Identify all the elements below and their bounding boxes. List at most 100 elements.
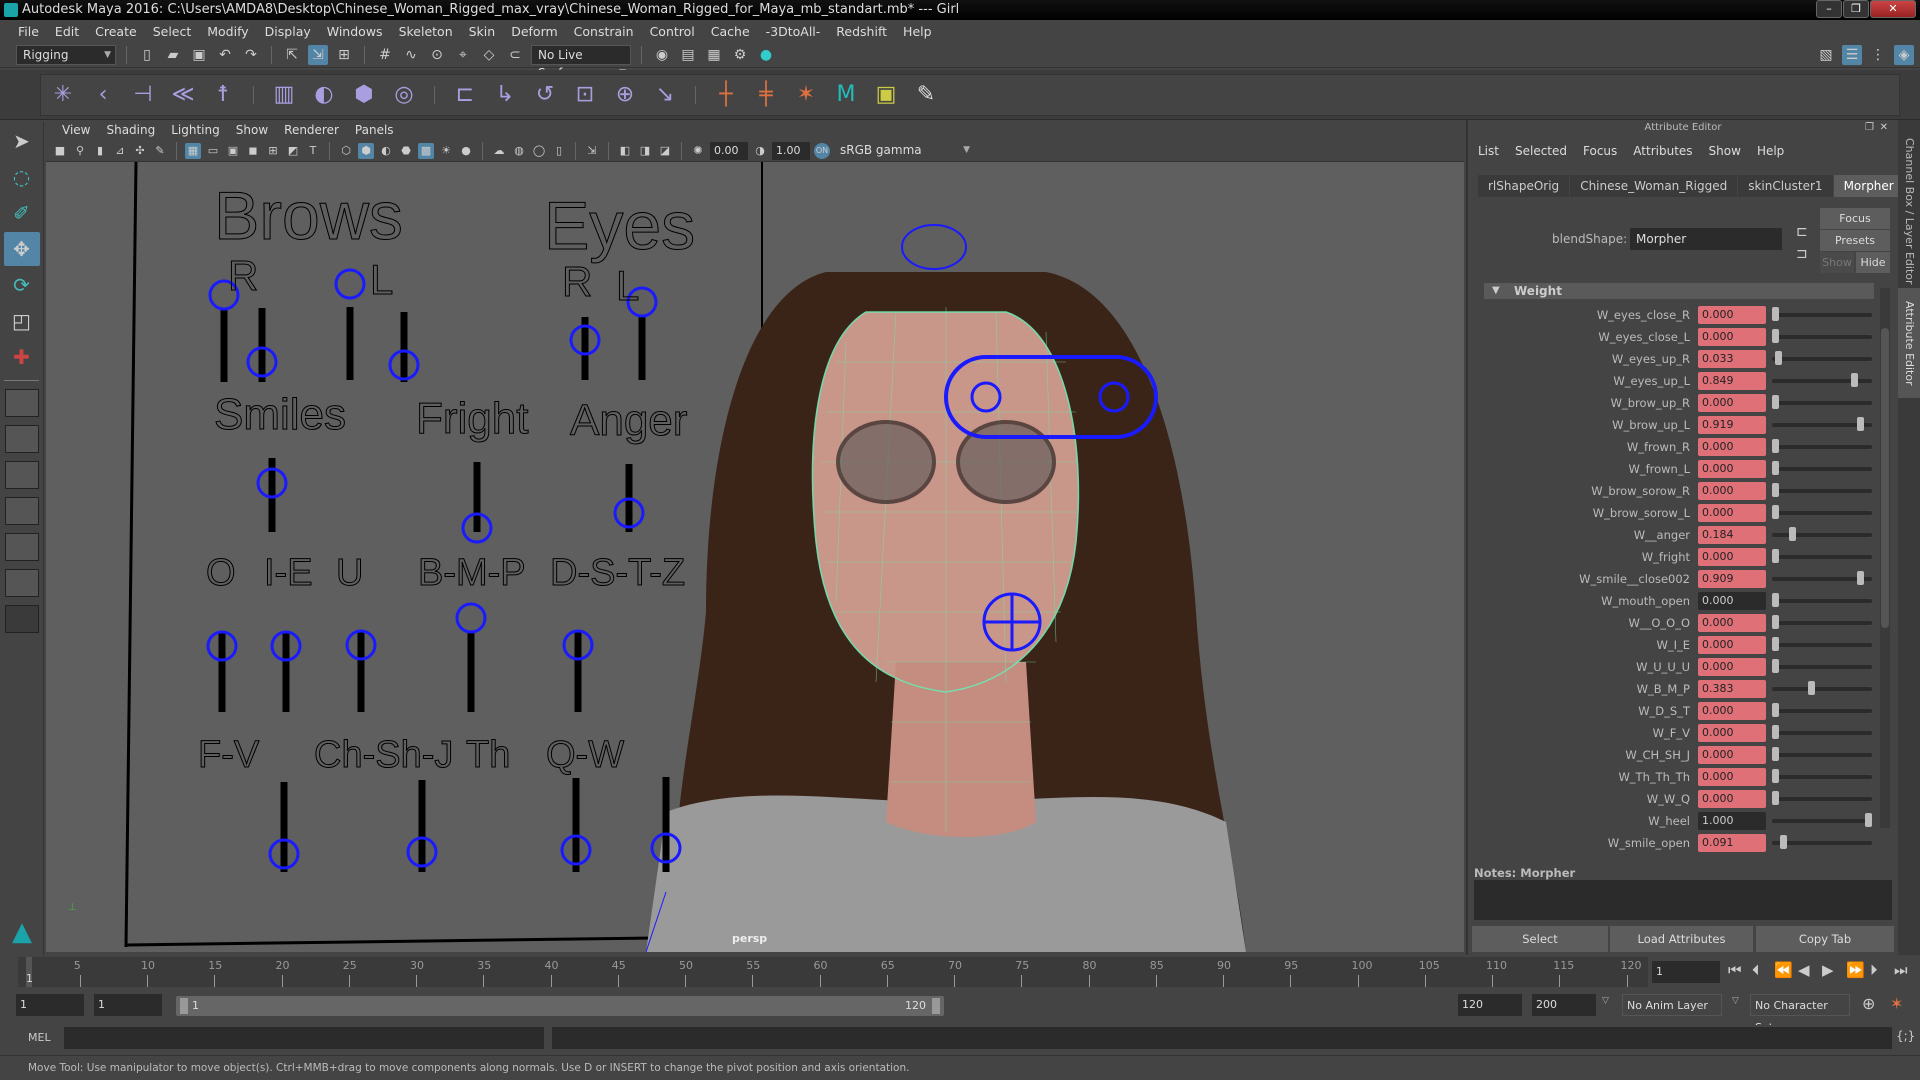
image-plane-icon[interactable]: ⊿ [112, 143, 128, 159]
menu-cache[interactable]: Cache [703, 24, 758, 39]
open-scene-icon[interactable]: ▰ [163, 45, 183, 65]
weight-slider-thumb[interactable] [1772, 461, 1779, 475]
camera-attributes-icon[interactable]: ⚲ [72, 143, 88, 159]
paint-select-icon[interactable]: ✐ [4, 196, 40, 230]
ik-handle-icon[interactable]: ⊣ [129, 81, 157, 109]
panel-menu-lighting[interactable]: Lighting [163, 123, 228, 137]
cluster-icon[interactable]: ◎ [390, 81, 418, 109]
menu-redshift[interactable]: Redshift [828, 24, 895, 39]
menu-constrain[interactable]: Constrain [566, 24, 642, 39]
persp-graph-hypergraph-layout-icon[interactable] [4, 569, 39, 597]
bind-skin-icon[interactable]: ▥ [270, 81, 298, 109]
scale-tool-icon[interactable]: ◰ [4, 304, 40, 338]
weight-slider[interactable] [1772, 659, 1872, 673]
menu-display[interactable]: Display [257, 24, 319, 39]
shadows-icon[interactable]: ● [458, 143, 474, 159]
weight-value-field[interactable]: 0.000 [1698, 768, 1766, 786]
motion-blur-icon[interactable]: ◍ [511, 143, 527, 159]
weight-slider-thumb[interactable] [1772, 439, 1779, 453]
close-panel-icon[interactable]: ✕ [1880, 122, 1888, 133]
anim-layer-dropdown[interactable]: No Anim Layer [1622, 994, 1722, 1016]
pole-vector-icon[interactable]: ↘ [651, 81, 679, 109]
isolate-select-icon[interactable]: ⇲ [584, 143, 600, 159]
weight-slider[interactable] [1772, 681, 1872, 695]
ik-spline-icon[interactable]: ≪ [169, 81, 197, 109]
blendshape-name-field[interactable]: Morpher [1630, 228, 1782, 250]
weight-slider[interactable] [1772, 747, 1872, 761]
character-set-dropdown-arrow-icon[interactable]: ▽ [1732, 996, 1739, 1006]
smooth-shade-icon[interactable]: ⬢ [358, 142, 374, 159]
aim-constraint-icon[interactable]: ⊕ [611, 81, 639, 109]
2d-pan-zoom-icon[interactable]: ✣ [132, 143, 148, 159]
hide-button[interactable]: Hide [1856, 252, 1890, 273]
create-joints-icon[interactable]: ✳ [49, 81, 77, 109]
weight-slider[interactable] [1772, 813, 1872, 827]
ae-menu-focus[interactable]: Focus [1583, 144, 1617, 158]
weight-slider[interactable] [1772, 637, 1872, 651]
weight-value-field[interactable]: 0.000 [1698, 790, 1766, 808]
select-tool-icon[interactable]: ➤ [4, 124, 40, 158]
weight-value-field[interactable]: 0.383 [1698, 680, 1766, 698]
tab-skincluster1[interactable]: skinCluster1 [1738, 175, 1834, 197]
step-forward-frame-icon[interactable]: ⏩ [1846, 961, 1865, 979]
weight-slider-thumb[interactable] [1789, 527, 1797, 541]
view-transform-dropdown[interactable]: sRGB gamma [834, 140, 974, 161]
weight-value-field[interactable]: 0.000 [1698, 746, 1766, 764]
redo-icon[interactable]: ↷ [241, 45, 261, 65]
weight-slider[interactable] [1772, 307, 1872, 321]
grid-icon[interactable]: ▦ [185, 142, 201, 159]
weight-slider[interactable] [1772, 769, 1872, 783]
range-end-handle[interactable] [932, 998, 940, 1014]
character-icon[interactable]: ✶ [792, 81, 820, 109]
persp-graph-layout-icon[interactable] [4, 497, 39, 525]
color-management-toggle-icon[interactable]: ON [814, 142, 830, 159]
range-start-handle[interactable] [180, 998, 188, 1014]
bookmark-icon[interactable]: ▮ [92, 143, 108, 159]
menu-select[interactable]: Select [145, 24, 200, 39]
safe-action-icon[interactable]: ◩ [285, 143, 301, 159]
panel-menu-renderer[interactable]: Renderer [276, 123, 347, 137]
weight-slider-thumb[interactable] [1772, 659, 1779, 673]
new-scene-icon[interactable]: ▯ [137, 45, 157, 65]
weight-slider-thumb[interactable] [1772, 747, 1779, 761]
wireframe-on-shaded-icon[interactable]: ⬣ [398, 143, 414, 159]
range-slider[interactable]: 1 120 [176, 996, 944, 1016]
weight-slider[interactable] [1772, 373, 1872, 387]
weight-slider[interactable] [1772, 329, 1872, 343]
parent-constraint-icon[interactable]: ⊏ [451, 81, 479, 109]
weight-value-field[interactable]: 0.000 [1698, 614, 1766, 632]
snap-point-icon[interactable]: ⊙ [427, 45, 447, 65]
menu-modify[interactable]: Modify [199, 24, 256, 39]
weight-slider-thumb[interactable] [1772, 329, 1779, 343]
weight-value-field[interactable]: 0.033 [1698, 350, 1766, 368]
snap-live-icon[interactable]: ⊂ [505, 45, 525, 65]
single-perspective-layout-icon[interactable] [4, 389, 39, 417]
panel-menu-show[interactable]: Show [228, 123, 276, 137]
weight-value-field[interactable]: 0.909 [1698, 570, 1766, 588]
step-back-frame-icon[interactable]: ⏪ [1774, 961, 1793, 979]
wireframe-icon[interactable]: ⬡ [338, 143, 354, 159]
weight-slider[interactable] [1772, 417, 1872, 431]
snap-view-icon[interactable]: ◇ [479, 45, 499, 65]
weight-value-field[interactable]: 0.000 [1698, 306, 1766, 324]
weight-value-field[interactable]: 0.849 [1698, 372, 1766, 390]
weight-value-field[interactable]: 0.000 [1698, 504, 1766, 522]
last-tool-icon[interactable]: ✚ [4, 340, 40, 374]
humanik-icon[interactable]: ☨ [209, 81, 237, 109]
weight-slider-thumb[interactable] [1772, 725, 1779, 739]
perspective-viewport[interactable]: Brows Eyes R L R L Smiles Fright Anger O… [46, 162, 1464, 952]
gamma-icon[interactable]: ◑ [752, 143, 768, 159]
gamma-field[interactable]: 1.00 [772, 141, 810, 160]
attribute-editor-tab[interactable]: Attribute Editor [1898, 288, 1920, 398]
grease-pencil-icon[interactable]: ✎ [152, 143, 168, 159]
render-frame-icon[interactable]: ◉ [652, 45, 672, 65]
weight-slider-thumb[interactable] [1775, 351, 1783, 365]
script-editor-icon[interactable]: {;} [1896, 1029, 1915, 1043]
paint-weights-icon[interactable]: ◐ [310, 81, 338, 109]
tab-morpher[interactable]: Morpher [1833, 175, 1905, 197]
step-forward-key-icon[interactable]: ⏵ [1870, 961, 1878, 979]
channel-box-toggle-icon[interactable]: ◈ [1894, 44, 1914, 65]
snap-curve-icon[interactable]: ∿ [401, 45, 421, 65]
layer-icon[interactable]: ▣ [872, 81, 900, 109]
screen-space-ao-icon[interactable]: ☁ [491, 143, 507, 159]
